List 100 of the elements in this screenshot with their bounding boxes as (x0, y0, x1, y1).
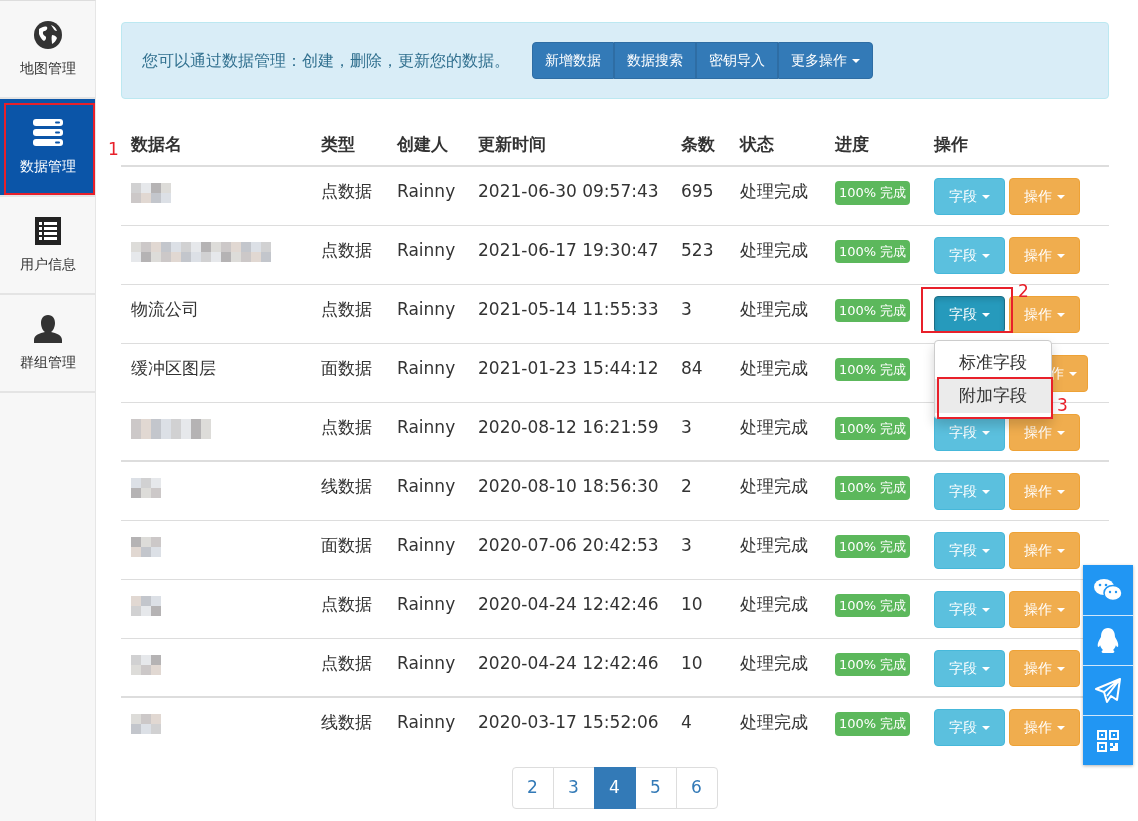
creator-name: Rainny (397, 298, 456, 319)
dropdown-item[interactable]: 附加字段 (935, 379, 1051, 413)
caret-icon (1057, 430, 1065, 435)
field-dropdown-button[interactable]: 字段 (934, 590, 1005, 628)
caret-icon (982, 490, 990, 494)
update-time: 2020-04-24 12:42:46 (478, 652, 659, 673)
annotation-number: 1 (108, 141, 119, 158)
paper-plane-icon (1094, 676, 1122, 705)
page-link[interactable]: 2 (511, 767, 554, 809)
caret-icon (1057, 195, 1065, 199)
creator-name: Rainny (397, 652, 456, 673)
column-header: 状态 (740, 133, 774, 154)
status-text: 处理完成 (740, 357, 808, 378)
progress-label: 100% 完成 (835, 298, 911, 322)
column-header: 条数 (681, 133, 715, 154)
action-dropdown-button[interactable]: 操作 (1009, 178, 1080, 215)
status-text: 处理完成 (740, 476, 808, 496)
creator-name: Rainny (397, 416, 456, 437)
data-type: 点数据 (321, 593, 372, 614)
sidebar-item[interactable]: 用户信息 (0, 197, 95, 295)
action-dropdown-button[interactable]: 操作 (1009, 649, 1080, 687)
status-text: 处理完成 (740, 298, 808, 319)
column-header: 操作 (934, 133, 968, 154)
progress-label: 100% 完成 (835, 239, 911, 263)
toolbar-button[interactable]: 密钥导入 (696, 41, 778, 80)
caret-icon (982, 548, 990, 553)
data-type: 线数据 (321, 712, 372, 732)
field-dropdown-button[interactable]: 字段 (934, 473, 1005, 510)
creator-name: Rainny (397, 712, 456, 732)
record-count: 523 (681, 239, 714, 260)
column-header: 进度 (835, 133, 869, 154)
data-type: 点数据 (321, 416, 372, 437)
record-count: 2 (681, 476, 692, 496)
caret-icon (1057, 666, 1065, 671)
toolbar-button[interactable]: 更多操作 (778, 41, 873, 80)
action-dropdown-button[interactable]: 操作 (1009, 413, 1080, 451)
record-count: 3 (681, 534, 692, 555)
creator-name: Rainny (397, 476, 456, 496)
data-type: 线数据 (321, 476, 372, 496)
field-dropdown-button[interactable]: 字段 (934, 649, 1005, 687)
progress-label: 100% 完成 (835, 416, 911, 440)
status-text: 处理完成 (740, 652, 808, 673)
action-dropdown-button[interactable]: 操作 (1009, 531, 1080, 569)
record-count: 10 (681, 593, 703, 614)
penguin-icon (1096, 626, 1120, 655)
action-dropdown-button[interactable]: 操作 (1009, 709, 1080, 746)
creator-name: Rainny (397, 239, 456, 260)
sidebar-item[interactable]: 群组管理 (0, 295, 95, 393)
page-link[interactable]: 6 (675, 767, 718, 809)
toolbar-button[interactable]: 新增数据 (532, 41, 614, 80)
record-count: 3 (681, 416, 692, 437)
record-count: 10 (681, 652, 703, 673)
progress-label: 100% 完成 (835, 712, 911, 736)
caret-icon (1069, 371, 1077, 376)
field-dropdown-button[interactable]: 字段 (934, 709, 1005, 746)
column-header: 类型 (321, 133, 355, 154)
caret-icon (1057, 548, 1065, 553)
caret-icon (1057, 490, 1065, 494)
status-text: 处理完成 (740, 593, 808, 614)
progress-label: 100% 完成 (835, 357, 911, 381)
page-link[interactable]: 4 (593, 767, 636, 809)
qr-code-icon (1096, 728, 1120, 753)
creator-name: Rainny (397, 357, 456, 378)
field-dropdown-button[interactable]: 字段 (934, 295, 1005, 333)
data-type: 点数据 (321, 181, 372, 201)
caret-icon (1057, 312, 1065, 317)
update-time: 2020-04-24 12:42:46 (478, 593, 659, 614)
field-dropdown-button[interactable]: 字段 (934, 178, 1005, 215)
caret-icon (982, 607, 990, 612)
page-link[interactable]: 5 (634, 767, 677, 809)
action-dropdown-button[interactable]: 操作 (1009, 590, 1080, 628)
progress-label: 100% 完成 (835, 476, 911, 500)
caret-icon (982, 726, 990, 730)
chat-icon (1093, 577, 1123, 603)
notice-text: 您可以通过数据管理：创建，删除，更新您的数据。 (142, 49, 510, 72)
update-time: 2020-08-10 18:56:30 (478, 476, 659, 496)
progress-label: 100% 完成 (835, 593, 911, 617)
field-dropdown-button[interactable]: 字段 (934, 236, 1005, 274)
status-text: 处理完成 (740, 239, 808, 260)
progress-label: 100% 完成 (835, 534, 911, 558)
field-dropdown-button[interactable]: 字段 (934, 531, 1005, 569)
caret-icon (982, 253, 990, 258)
column-header: 更新时间 (478, 133, 546, 154)
dropdown-item[interactable]: 标准字段 (935, 345, 1051, 379)
user-icon (32, 313, 63, 344)
record-count: 4 (681, 712, 692, 732)
record-count: 84 (681, 357, 703, 378)
update-time: 2021-01-23 15:44:12 (478, 357, 659, 378)
update-time: 2021-06-17 19:30:47 (478, 239, 659, 260)
column-header: 数据名 (131, 133, 182, 154)
action-dropdown-button[interactable]: 操作 (1009, 236, 1080, 274)
toolbar-button[interactable]: 数据搜索 (614, 41, 696, 80)
progress-label: 100% 完成 (835, 181, 911, 205)
data-type: 点数据 (321, 239, 372, 260)
action-dropdown-button[interactable]: 操作 (1009, 473, 1080, 510)
update-time: 2020-03-17 15:52:06 (478, 712, 659, 732)
update-time: 2020-08-12 16:21:59 (478, 416, 659, 437)
data-type: 面数据 (321, 534, 372, 555)
data-type: 点数据 (321, 652, 372, 673)
update-time: 2020-07-06 20:42:53 (478, 534, 659, 555)
